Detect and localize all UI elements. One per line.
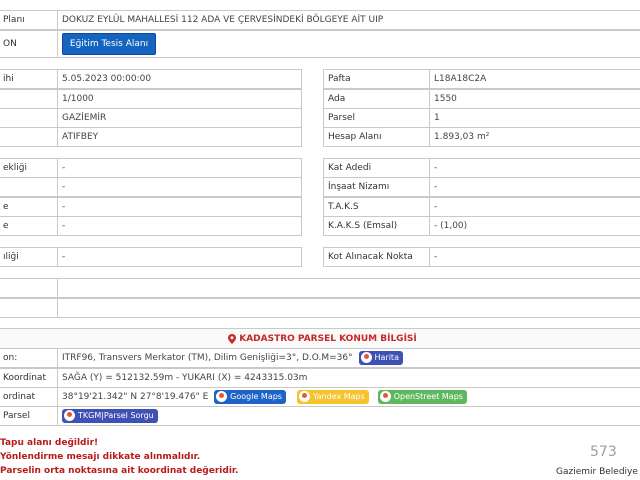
right2-label-3: K.A.K.S (Emsal): [323, 216, 430, 236]
right2-value-3: - (1,00): [429, 216, 640, 236]
map-marker-icon: [216, 390, 228, 402]
right1-value-0: L18A18C2A: [429, 69, 640, 89]
right2-label-1: İnşaat Nizamı: [323, 177, 430, 197]
warning-line-2: Yönlendirme mesajı dikkate alınmalıdır.: [0, 452, 201, 462]
kadastro-value-0: ITRF96, Transvers Merkator (TM), Dilim G…: [57, 348, 640, 368]
tkgm-label: TKGM|Parsel Sorgu: [78, 410, 154, 420]
kadastro-label-0: on:: [0, 348, 58, 368]
kadastro-header: KADASTRO PARSEL KONUM BİLGİSİ: [0, 328, 640, 350]
left1-label-3: [0, 127, 58, 147]
warning-line-3: Parselin orta noktasına ait koordinat de…: [0, 466, 239, 476]
municipality-label: Gaziemir Belediye: [556, 467, 638, 477]
row2-label: ON: [0, 30, 58, 58]
kadastro-label-1: Koordinat: [0, 368, 58, 388]
right2-value-2: -: [429, 197, 640, 217]
right3-value: -: [429, 247, 640, 267]
counter-text: 573: [590, 444, 617, 460]
right1-label-3: Hesap Alanı: [323, 127, 430, 147]
geo-coordinate-text: 38°19'21.342" N 27°8'19.476" E: [62, 392, 209, 402]
egitim-tesis-button[interactable]: Eğitim Tesis Alanı: [62, 33, 156, 55]
right1-value-1: 1550: [429, 89, 640, 109]
left2-label-0: ekliği: [0, 158, 58, 178]
plan-label: Planı: [0, 10, 58, 30]
openstreet-maps-label: OpenStreet Maps: [393, 391, 463, 401]
empty-row-label-2: [0, 298, 58, 318]
left2-label-1: [0, 177, 58, 197]
left2-label-2: e: [0, 197, 58, 217]
empty-row-value-2: [57, 298, 640, 318]
empty-row-label-1: [0, 278, 58, 298]
left1-value-3: ATIFBEY: [57, 127, 302, 147]
left2-value-1: -: [57, 177, 302, 197]
empty-row-value-1: [57, 278, 640, 298]
kadastro-label-2: ordinat: [0, 387, 58, 407]
map-pin-icon: [228, 333, 237, 344]
kadastro-label-3: Parsel: [0, 406, 58, 426]
plan-value: DOKUZ EYLÜL MAHALLESİ 112 ADA VE ÇERVESİ…: [57, 10, 640, 30]
right2-value-0: -: [429, 158, 640, 178]
harita-label: Harita: [374, 352, 399, 362]
left3-value: -: [57, 247, 302, 267]
map-marker-icon: [379, 390, 391, 402]
google-maps-label: Google Maps: [230, 391, 282, 401]
map-marker-icon: [360, 351, 372, 363]
kadastro-title: KADASTRO PARSEL KONUM BİLGİSİ: [239, 334, 417, 344]
right3-label: Kot Alınacak Nokta: [323, 247, 430, 267]
left2-label-3: e: [0, 216, 58, 236]
right2-value-1: -: [429, 177, 640, 197]
kadastro-value-1: SAĞA (Y) = 512132.59m - YUKARI (X) = 424…: [57, 368, 640, 388]
right2-label-0: Kat Adedi: [323, 158, 430, 178]
left2-value-3: -: [57, 216, 302, 236]
google-maps-button[interactable]: Google Maps: [214, 389, 286, 404]
openstreet-maps-button[interactable]: OpenStreet Maps: [377, 389, 467, 404]
left1-label-2: [0, 108, 58, 128]
yandex-maps-label: Yandex Maps: [312, 391, 365, 401]
left1-value-1: 1/1000: [57, 89, 302, 109]
left2-value-0: -: [57, 158, 302, 178]
right1-value-3: 1.893,03 m²: [429, 127, 640, 147]
left1-label-0: ihi: [0, 69, 58, 89]
harita-button[interactable]: Harita: [358, 350, 403, 365]
left2-value-2: -: [57, 197, 302, 217]
yandex-maps-button[interactable]: Yandex Maps: [296, 389, 369, 404]
warning-line-1: Tapu alanı değildir!: [0, 438, 99, 448]
tkgm-parsel-sorgu-button[interactable]: TKGM|Parsel Sorgu: [62, 408, 158, 423]
right1-label-0: Pafta: [323, 69, 430, 89]
left1-label-1: [0, 89, 58, 109]
kadastro-value-3: TKGM|Parsel Sorgu: [57, 406, 640, 426]
right2-label-2: T.A.K.S: [323, 197, 430, 217]
left1-value-0: 5.05.2023 00:00:00: [57, 69, 302, 89]
right1-label-1: Ada: [323, 89, 430, 109]
map-marker-icon: [64, 409, 75, 421]
projection-text: ITRF96, Transvers Merkator (TM), Dilim G…: [62, 353, 353, 363]
kadastro-value-2: 38°19'21.342" N 27°8'19.476" E Google Ma…: [57, 387, 640, 407]
right1-value-2: 1: [429, 108, 640, 128]
left3-label: ıliği: [0, 247, 58, 267]
left1-value-2: GAZİEMİR: [57, 108, 302, 128]
right1-label-2: Parsel: [323, 108, 430, 128]
map-marker-icon: [298, 390, 310, 402]
